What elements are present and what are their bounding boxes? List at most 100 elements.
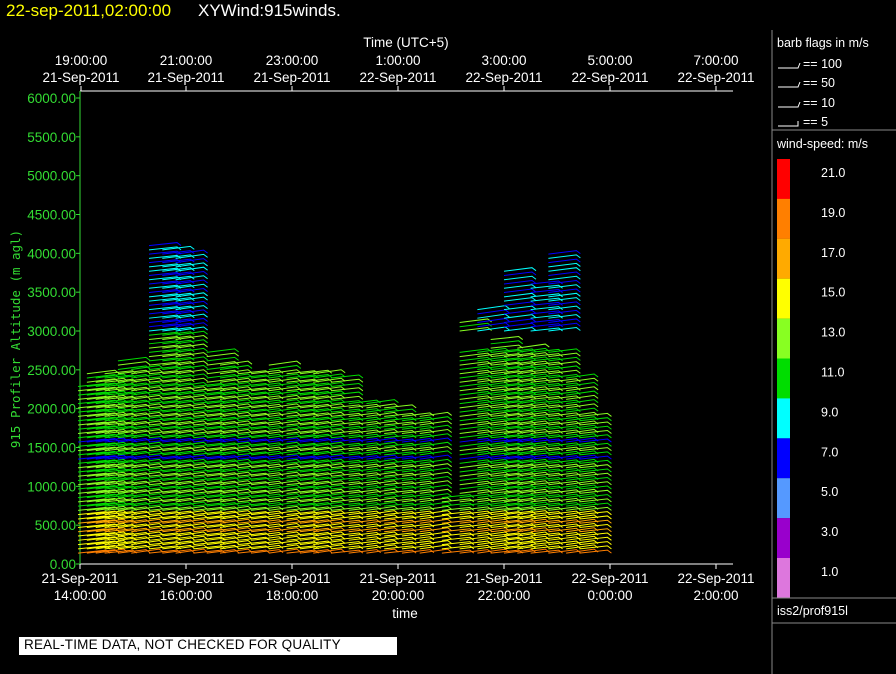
y-tick-label: 5000.00 — [27, 169, 76, 184]
wind-barb — [268, 360, 302, 366]
wind-barb — [330, 383, 364, 388]
y-tick-label: 6000.00 — [27, 91, 76, 106]
color-scale-swatch — [777, 518, 790, 559]
wind-barb — [548, 322, 581, 328]
wind-barb — [490, 336, 523, 341]
wind-barb — [419, 433, 452, 439]
top-x-tick-label-date: 21-Sep-2011 — [42, 70, 119, 85]
x-tick-label-time: 14:00:00 — [54, 588, 107, 603]
top-x-tick-label-time: 21:00:00 — [160, 53, 213, 68]
wind-barb — [517, 343, 550, 349]
x-tick-label-date: 22-Sep-2011 — [571, 571, 648, 586]
wind-barb — [206, 348, 239, 353]
wind-barb — [566, 373, 599, 379]
wind-barb — [419, 488, 452, 494]
y-tick-label: 1000.00 — [27, 479, 76, 494]
wind-barb — [548, 348, 581, 353]
wind-barb — [206, 356, 239, 362]
wind-barb — [268, 364, 302, 370]
color-scale-label: 3.0 — [821, 525, 838, 539]
y-tick-label: 2000.00 — [27, 402, 76, 417]
color-scale-swatch — [777, 238, 790, 279]
wind-barb — [548, 292, 581, 298]
wind-barb — [330, 378, 364, 383]
wind-barb — [548, 361, 581, 366]
barb-legend-glyph — [778, 101, 801, 108]
y-tick-label: 4000.00 — [27, 246, 76, 261]
y-tick-label: 3500.00 — [27, 285, 76, 300]
wind-barb — [503, 271, 537, 276]
top-x-tick-label-date: 22-Sep-2011 — [359, 70, 436, 85]
x-tick-label-time: 18:00:00 — [266, 588, 319, 603]
wind-barb — [419, 446, 452, 452]
wind-barb — [548, 309, 581, 315]
barb-legend-label: == 5 — [803, 115, 828, 129]
wind-barb — [548, 258, 581, 264]
color-scale-label: 21.0 — [821, 166, 845, 180]
x-tick-label-date: 21-Sep-2011 — [147, 571, 224, 586]
wind-barb — [548, 297, 581, 302]
wind-profile — [419, 411, 452, 554]
color-scale-swatch — [777, 398, 790, 439]
station-label: iss2/prof915l — [777, 604, 848, 618]
barb-legend-glyph — [778, 81, 801, 88]
wind-barb — [419, 463, 452, 469]
wind-barb — [419, 441, 452, 447]
x-tick-label-date: 21-Sep-2011 — [41, 571, 118, 586]
wind-barb — [490, 340, 523, 345]
x-axis-title: time — [392, 606, 418, 621]
color-scale-swatch — [777, 198, 790, 239]
y-axis-label: 915 Profiler Altitude (m agl) — [8, 230, 23, 448]
wind-barb — [548, 305, 581, 311]
barb-legend-title: barb flags in m/s — [777, 36, 869, 50]
wind-barb — [548, 271, 581, 276]
color-scale-swatch — [777, 278, 790, 319]
wind-barb — [330, 391, 364, 396]
x-tick-label-date: 21-Sep-2011 — [359, 571, 436, 586]
wind-barb — [419, 458, 452, 464]
quality-note: REAL-TIME DATA, NOT CHECKED FOR QUALITY — [24, 637, 341, 652]
wind-profile-chart: 0.00 500.00 1000.00 1500.00 2000.00 2500.00 30… — [8, 30, 896, 674]
top-x-axis-title: Time (UTC+5) — [363, 35, 448, 50]
wind-barb — [477, 313, 510, 319]
wind-barb — [548, 314, 581, 319]
wind-barb — [566, 407, 599, 413]
wind-barb — [548, 301, 581, 306]
color-scale-label: 17.0 — [821, 246, 845, 260]
wind-barb — [419, 467, 452, 473]
wind-barb — [117, 361, 151, 366]
color-scale-swatch — [777, 438, 790, 479]
wind-barb — [477, 317, 510, 323]
wind-barb — [548, 262, 581, 268]
top-x-tick-label-date: 22-Sep-2011 — [677, 70, 754, 85]
x-tick-label-time: 16:00:00 — [160, 588, 213, 603]
wind-barb — [548, 326, 581, 332]
wind-barb — [419, 475, 452, 482]
wind-barb — [548, 365, 581, 370]
wind-barb — [148, 242, 182, 247]
wind-barb — [503, 275, 537, 281]
wind-barb — [384, 408, 417, 413]
color-scale-swatch — [777, 159, 790, 199]
wind-barb — [566, 399, 599, 405]
color-scale-label: 5.0 — [821, 485, 838, 499]
color-scale-label: 1.0 — [821, 565, 838, 579]
y-tick-label: 2500.00 — [27, 363, 76, 378]
y-tick-label: 3000.00 — [27, 324, 76, 339]
wind-barb — [477, 305, 510, 311]
wind-barbs-layer — [77, 242, 612, 554]
top-x-tick-label-time: 7:00:00 — [693, 53, 738, 68]
wind-barb — [419, 416, 452, 422]
color-scale-label: 13.0 — [821, 326, 845, 340]
wind-barb — [548, 279, 581, 285]
barb-legend-label: == 10 — [803, 96, 835, 110]
wind-barb — [566, 403, 599, 409]
wind-barb — [419, 480, 452, 486]
wind-barb — [548, 267, 581, 272]
wind-barb — [206, 352, 239, 358]
wind-barb — [477, 326, 510, 332]
top-x-tick-label-time: 19:00:00 — [55, 53, 108, 68]
wind-barb — [330, 395, 364, 400]
wind-barb — [419, 437, 452, 443]
wind-barb — [419, 454, 452, 460]
